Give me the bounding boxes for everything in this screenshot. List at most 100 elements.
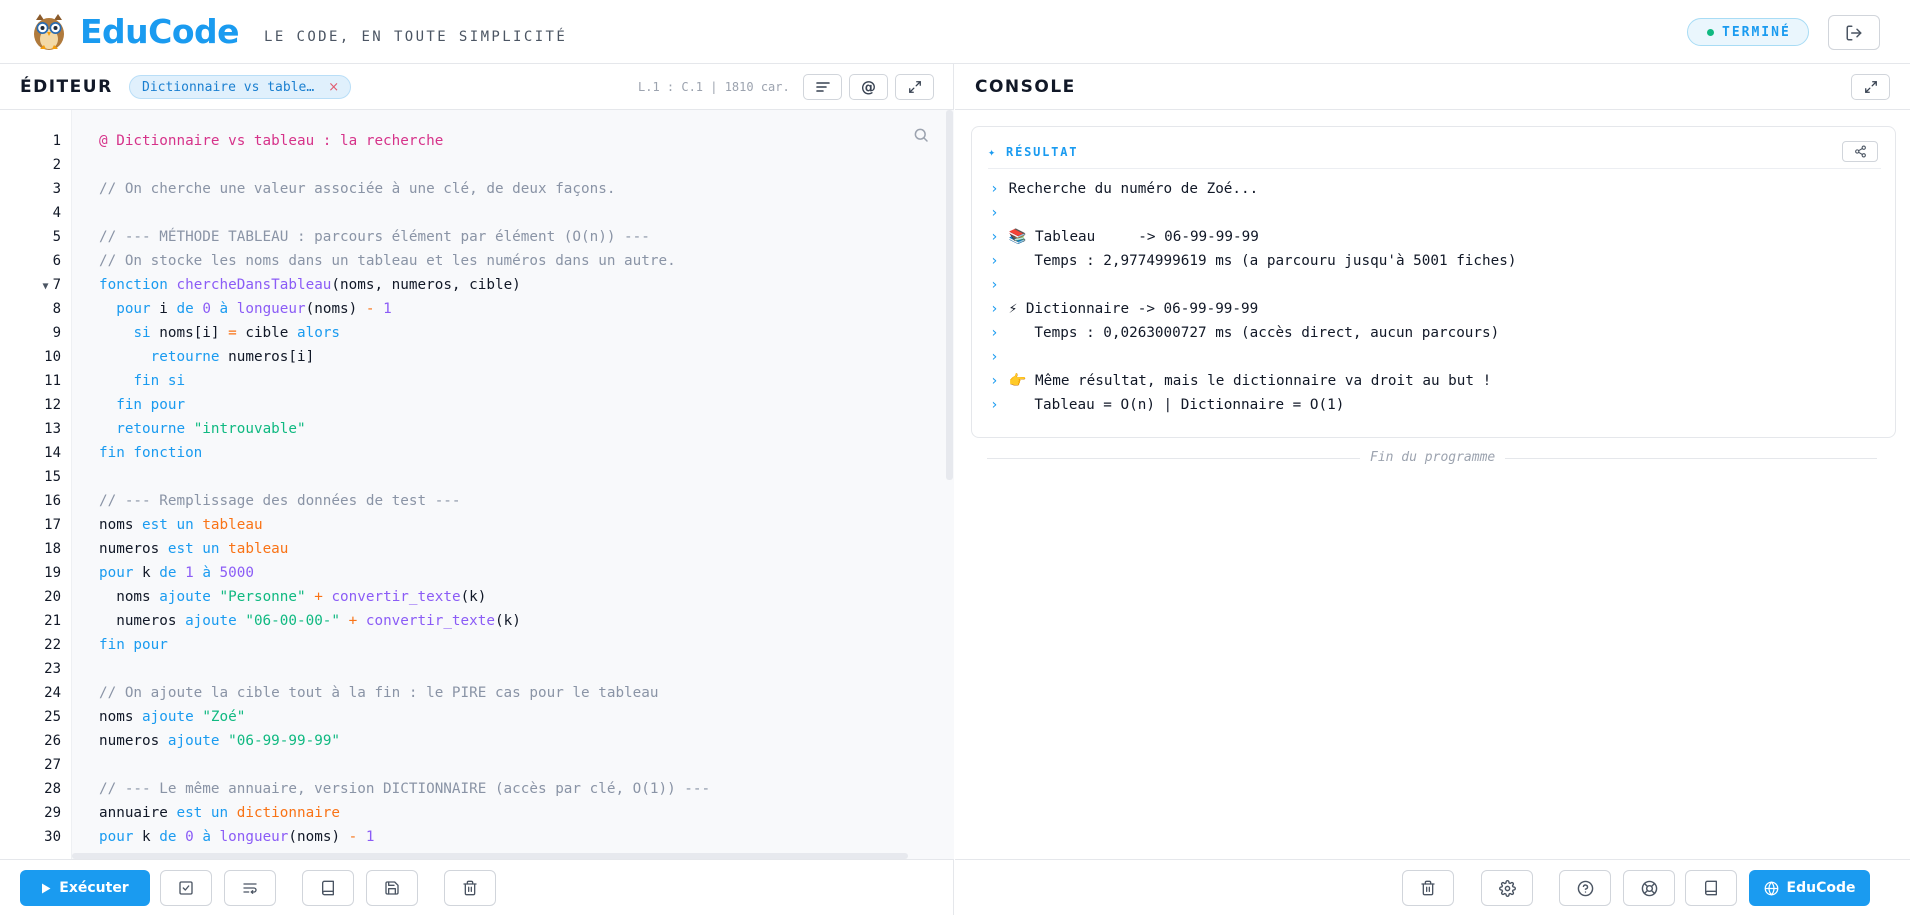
- console-title: CONSOLE: [975, 77, 1076, 97]
- output-line: ›: [990, 349, 999, 365]
- wrap-button[interactable]: [224, 870, 276, 906]
- code-line: noms ajoute "Personne" + convertir_texte…: [99, 589, 487, 605]
- fold-arrow-icon[interactable]: ▼: [43, 281, 49, 292]
- code-line: numeros ajoute "06-99-99-99": [99, 733, 341, 749]
- book-icon: [320, 880, 336, 896]
- code-line: pour k de 1 à 5000: [99, 565, 254, 581]
- line-number: 29: [44, 805, 61, 821]
- line-number: 15: [44, 469, 61, 485]
- gear-icon: [1498, 879, 1516, 897]
- code-line: // --- Remplissage des données de test -…: [99, 493, 461, 509]
- save-button[interactable]: [366, 870, 418, 906]
- line-number: 16: [44, 493, 61, 509]
- console-expand-button[interactable]: [1851, 74, 1890, 100]
- line-number: 26: [44, 733, 61, 749]
- output-line: ›: [990, 277, 999, 293]
- code-editor[interactable]: 1 2 3 4 5 6 ▼ 7 8 9 10 11 12 13 14 15 16 …: [0, 110, 954, 859]
- line-number: 3: [52, 181, 61, 197]
- output-line: › Tableau = O(n) | Dictionnaire = O(1): [990, 397, 1345, 413]
- line-number: 8: [52, 301, 61, 317]
- code-line: annuaire est un dictionnaire: [99, 805, 341, 821]
- line-number-folded[interactable]: ▼ 7: [1, 277, 61, 293]
- search-icon[interactable]: [912, 126, 930, 144]
- code-line: si noms[i] = cible alors: [133, 325, 341, 341]
- editor-expand-button[interactable]: [895, 74, 934, 100]
- line-number: 6: [52, 253, 61, 269]
- line-number: 4: [52, 205, 61, 221]
- run-button-label: Exécuter: [59, 880, 129, 896]
- line-number: 21: [44, 613, 61, 629]
- output-line: › Temps : 0,0263000727 ms (accès direct,…: [990, 325, 1500, 341]
- line-number: 13: [44, 421, 61, 437]
- code-line: pour k de 0 à longueur(noms) - 1: [99, 829, 375, 845]
- line-number: 1: [52, 133, 61, 149]
- code-line: noms ajoute "Zoé": [99, 709, 246, 725]
- format-button[interactable]: [803, 74, 842, 100]
- line-number: 20: [44, 589, 61, 605]
- code-line: fin pour: [99, 637, 168, 653]
- owl-logo-icon: [30, 12, 68, 52]
- code-line: // --- MÉTHODE TABLEAU : parcours élémen…: [99, 229, 650, 245]
- line-number: 27: [44, 757, 61, 773]
- code-line: // On ajoute la cible tout à la fin : le…: [99, 685, 659, 701]
- code-line: @ Dictionnaire vs tableau : la recherche: [99, 133, 444, 149]
- status-text: TERMINÉ: [1722, 24, 1791, 40]
- settings-button[interactable]: [1481, 870, 1533, 906]
- educode-button-label: EduCode: [1786, 880, 1856, 896]
- globe-icon: [1764, 880, 1779, 896]
- trash-icon: [1420, 880, 1436, 896]
- end-of-program-label: Fin du programme: [1360, 450, 1506, 465]
- docs-button[interactable]: [302, 870, 354, 906]
- console-panel: CONSOLE ✦ RÉSULTAT › Recherche du numéro …: [955, 64, 1910, 915]
- vertical-scrollbar[interactable]: [946, 110, 953, 480]
- code-line: numeros est un tableau: [99, 541, 289, 557]
- close-tab-icon[interactable]: ×: [328, 80, 339, 95]
- brand-name: EduCode: [80, 12, 240, 51]
- file-tab[interactable]: Dictionnaire vs table… ×: [129, 75, 352, 99]
- lifebuoy-icon: [1641, 880, 1658, 897]
- clear-editor-button[interactable]: [444, 870, 496, 906]
- code-line: fonction chercheDansTableau(noms, numero…: [99, 277, 521, 293]
- code-line: // On stocke les noms dans un tableau et…: [99, 253, 676, 269]
- cursor-position: L.1 : C.1 | 1810 car.: [638, 80, 790, 94]
- code-line: retourne "introuvable": [116, 421, 306, 437]
- help-button[interactable]: [1559, 870, 1611, 906]
- output-line: › Recherche du numéro de Zoé...: [990, 181, 1259, 197]
- editor-actions-bar: Exécuter: [0, 859, 953, 915]
- editor-toolbar: ÉDITEUR Dictionnaire vs table… × L.1 : C…: [0, 64, 953, 110]
- line-number: 25: [44, 709, 61, 725]
- logout-icon: [1845, 24, 1863, 42]
- console-toolbar: CONSOLE: [955, 64, 1910, 110]
- expand-icon: [1864, 80, 1878, 94]
- mention-button[interactable]: @: [849, 74, 888, 100]
- code-line: // On cherche une valeur associée à une …: [99, 181, 616, 197]
- text-wrap-icon: [242, 880, 258, 896]
- trash-icon: [462, 880, 478, 896]
- question-circle-icon: [1577, 880, 1594, 897]
- run-button[interactable]: Exécuter: [20, 870, 150, 906]
- educode-website-button[interactable]: EduCode: [1749, 870, 1870, 906]
- guide-button[interactable]: [1685, 870, 1737, 906]
- share-button[interactable]: [1842, 141, 1878, 162]
- code-line: pour i de 0 à longueur(noms) - 1: [116, 301, 392, 317]
- editor-title: ÉDITEUR: [20, 77, 113, 97]
- check-button[interactable]: [160, 870, 212, 906]
- code-line: numeros ajoute "06-00-00-" + convertir_t…: [99, 613, 521, 629]
- line-number: 23: [44, 661, 61, 677]
- code-line: noms est un tableau: [99, 517, 263, 533]
- at-sign-icon: @: [861, 78, 876, 96]
- checkbox-icon: [178, 880, 194, 896]
- output-line: › Temps : 2,9774999619 ms (a parcouru ju…: [990, 253, 1517, 269]
- logout-button[interactable]: [1828, 15, 1880, 50]
- brand-tagline: LE CODE, EN TOUTE SIMPLICITÉ: [264, 29, 568, 45]
- line-number: 19: [44, 565, 61, 581]
- line-number: 30: [44, 829, 61, 845]
- file-tab-label: Dictionnaire vs table…: [142, 79, 315, 95]
- result-card: ✦ RÉSULTAT › Recherche du numéro de Zoé..…: [971, 126, 1896, 438]
- line-number: 14: [44, 445, 61, 461]
- line-number: 28: [44, 781, 61, 797]
- line-number: 2: [52, 157, 61, 173]
- clear-console-button[interactable]: [1402, 870, 1454, 906]
- book-icon: [1703, 880, 1719, 896]
- support-button[interactable]: [1623, 870, 1675, 906]
